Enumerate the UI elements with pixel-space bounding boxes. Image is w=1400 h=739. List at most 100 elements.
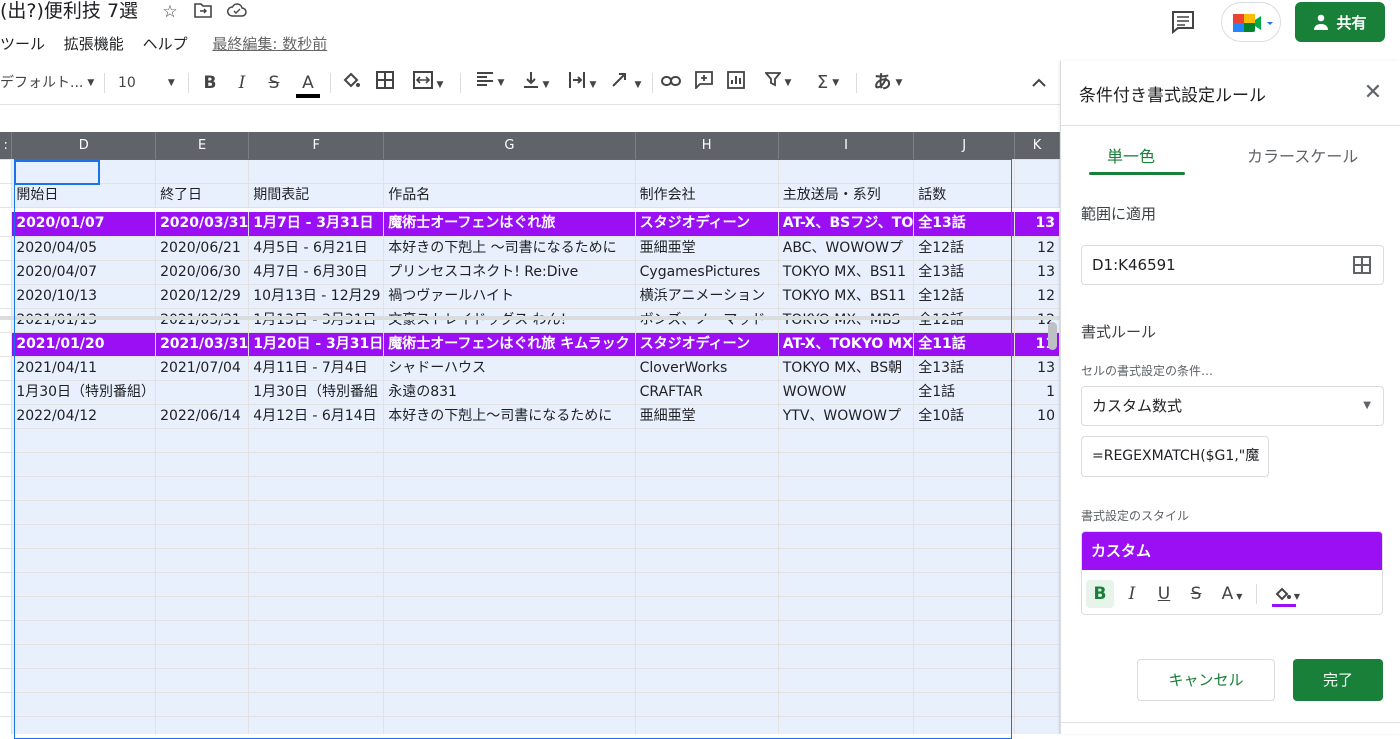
spreadsheet-grid[interactable]: : D E F G H I J K 開始日 終了日 期間表記 作品名 制作会社 主放送局・… (0, 105, 1060, 734)
cell[interactable]: TOKYO MX、BS11 (778, 260, 915, 285)
comment-history-button[interactable] (1170, 9, 1196, 35)
row-header[interactable] (0, 620, 13, 645)
cell[interactable] (913, 428, 1016, 453)
row-header[interactable] (0, 236, 13, 261)
cell[interactable]: 4月7日 - 6月30日 (248, 260, 385, 285)
cell[interactable] (913, 500, 1016, 525)
cell[interactable]: AT-X、TOKYO MX (778, 332, 915, 357)
cell[interactable] (778, 572, 915, 597)
collapse-toolbar-icon[interactable] (1028, 71, 1050, 95)
cell[interactable]: 13 (1014, 260, 1060, 285)
column-header[interactable]: G (383, 132, 636, 160)
cell[interactable] (913, 644, 1016, 669)
cell[interactable] (778, 524, 915, 549)
cell[interactable] (155, 524, 250, 549)
cell[interactable]: 全13話 (913, 212, 1016, 237)
text-color-icon[interactable]: A (296, 71, 320, 98)
cell[interactable]: ボンズ、ノーマッド (635, 308, 779, 333)
cell[interactable]: 全12話 (913, 236, 1016, 261)
cell[interactable] (11, 668, 157, 693)
cell[interactable] (383, 159, 636, 184)
cell[interactable] (383, 668, 636, 693)
cell[interactable] (778, 716, 915, 734)
cell[interactable] (635, 428, 779, 453)
cell[interactable]: 2022/04/12 (11, 404, 157, 429)
cell[interactable] (1014, 668, 1060, 693)
cell[interactable] (635, 452, 779, 477)
style-strikethrough-button[interactable]: S (1182, 580, 1210, 608)
cell[interactable] (11, 476, 157, 501)
close-icon[interactable]: ✕ (1361, 81, 1385, 105)
cell[interactable]: TOKYO MX、BS11 (778, 284, 915, 309)
borders-icon[interactable] (374, 71, 396, 95)
cell[interactable]: 1月13日 - 3月31日 (248, 308, 385, 333)
cell[interactable] (248, 476, 385, 501)
cell[interactable] (913, 548, 1016, 573)
cell[interactable]: 10 (1014, 404, 1060, 429)
cell[interactable] (778, 596, 915, 621)
cell[interactable] (155, 692, 250, 717)
cell[interactable] (1014, 428, 1060, 453)
cell[interactable] (11, 159, 157, 184)
cell[interactable] (11, 716, 157, 734)
cell[interactable]: スタジオディーン (635, 212, 779, 237)
cell[interactable]: 2020/06/21 (155, 236, 250, 261)
style-underline-button[interactable]: U (1150, 580, 1178, 608)
cell[interactable] (248, 620, 385, 645)
row-header[interactable] (0, 476, 13, 501)
cell[interactable] (635, 716, 779, 734)
select-range-icon[interactable] (1353, 256, 1371, 274)
cell[interactable] (11, 572, 157, 597)
cell[interactable] (1014, 452, 1060, 477)
cell[interactable]: YTV、WOWOWプ (778, 404, 915, 429)
cell[interactable] (155, 716, 250, 734)
cell[interactable] (383, 548, 636, 573)
cell[interactable]: 禍つヴァールハイト (383, 284, 636, 309)
cell[interactable]: 2020/04/07 (11, 260, 157, 285)
cell[interactable]: 開始日 (11, 183, 157, 208)
cell[interactable]: 2021/03/31 (155, 308, 250, 333)
row-header[interactable] (0, 452, 13, 477)
cell[interactable] (778, 159, 915, 184)
condition-select[interactable]: カスタム数式 ▼ (1081, 386, 1384, 426)
cell[interactable] (1014, 476, 1060, 501)
column-header[interactable]: J (913, 132, 1016, 160)
text-wrap-icon[interactable]: ▼ (562, 71, 602, 95)
insert-chart-icon[interactable] (725, 71, 747, 95)
cell[interactable] (11, 452, 157, 477)
move-folder-icon[interactable] (193, 2, 213, 22)
cell[interactable] (1014, 183, 1060, 208)
cell[interactable] (778, 620, 915, 645)
star-icon[interactable]: ☆ (160, 2, 180, 22)
cell[interactable] (155, 159, 250, 184)
cell[interactable] (11, 548, 157, 573)
cell[interactable]: CygamesPictures (635, 260, 779, 285)
menu-help[interactable]: ヘルプ (143, 33, 188, 54)
row-header[interactable] (0, 692, 13, 717)
insert-comment-icon[interactable] (693, 71, 715, 95)
cell[interactable] (1014, 596, 1060, 621)
row-header[interactable] (0, 212, 13, 237)
cell[interactable] (11, 524, 157, 549)
cell[interactable]: 13 (1014, 356, 1060, 381)
cell[interactable] (635, 524, 779, 549)
cell[interactable]: 2021/04/11 (11, 356, 157, 381)
column-header[interactable]: E (155, 132, 250, 160)
cell[interactable] (155, 668, 250, 693)
insert-link-icon[interactable] (660, 71, 682, 95)
cell[interactable] (778, 692, 915, 717)
range-input[interactable]: D1:K46591 (1081, 245, 1384, 285)
cell[interactable]: 亜細亜堂 (635, 404, 779, 429)
cell[interactable] (155, 644, 250, 669)
cell[interactable]: 2020/06/30 (155, 260, 250, 285)
cell[interactable] (778, 428, 915, 453)
cell[interactable] (1014, 572, 1060, 597)
cell[interactable]: 全1話 (913, 380, 1016, 405)
fill-color-icon[interactable] (340, 71, 362, 95)
cell[interactable] (913, 452, 1016, 477)
row-header[interactable] (0, 548, 13, 573)
cell[interactable] (635, 692, 779, 717)
tab-color-scale[interactable]: カラースケール (1247, 143, 1358, 167)
cell[interactable]: 2020/03/31 (155, 212, 250, 237)
cell[interactable]: 2020/12/29 (155, 284, 250, 309)
